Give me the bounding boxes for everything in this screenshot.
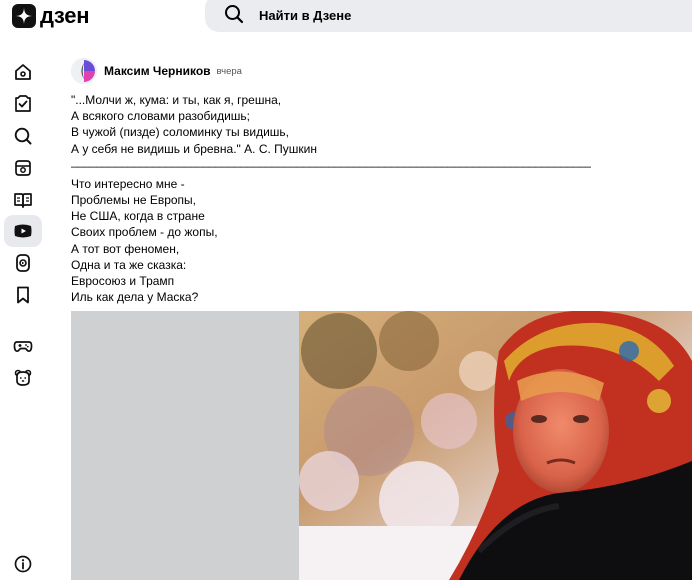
sidebar-item-search[interactable]: [4, 120, 42, 152]
kids-icon: [14, 369, 32, 386]
sidebar-item-subscriptions[interactable]: [4, 88, 42, 120]
post-line: "...Молчи ж, кума: и ты, как я, грешна,: [71, 93, 282, 107]
sidebar-item-books[interactable]: [4, 184, 42, 216]
book-icon: [14, 193, 32, 208]
video-icon: [14, 224, 32, 238]
post-line: А тот вот феномен,: [71, 241, 180, 256]
avatar[interactable]: [71, 58, 97, 84]
post-text: "...Молчи ж, кума: и ты, как я, грешна, …: [71, 92, 591, 305]
post-line: А у себя не видишь и бревна." А. С. Пушк…: [71, 141, 317, 156]
post-line: Евросоюз и Трамп: [71, 273, 175, 288]
home-icon: [15, 64, 31, 80]
post-line: Своих проблем - до жопы,: [71, 225, 218, 240]
sidebar-item-articles[interactable]: [4, 152, 42, 184]
sidebar-item-games[interactable]: [4, 330, 42, 362]
logo-text: дзен: [40, 3, 90, 28]
post-line: Проблемы не Европы,: [71, 192, 197, 207]
image-placeholder: [71, 311, 299, 580]
bookmark-icon: [17, 286, 29, 304]
subscriptions-icon: [15, 95, 31, 112]
sidebar-item-home[interactable]: [4, 56, 42, 88]
search-placeholder: Найти в Дзене: [259, 8, 352, 23]
sidebar-item-video[interactable]: [4, 215, 42, 247]
sidebar-item-bookmarks[interactable]: [4, 279, 42, 311]
post-header: Максим Черников вчера: [71, 58, 242, 84]
post-line: А всякого словами разобидишь;: [71, 109, 251, 124]
sidebar-item-kids[interactable]: [4, 362, 42, 394]
post-line: Иль как дела у Маска?: [71, 290, 199, 305]
post-image[interactable]: [71, 311, 692, 580]
post-line: Не США, когда в стране: [71, 209, 205, 224]
shorts-icon: [16, 254, 30, 272]
post-line: В чужой (пизде) соломинку ты видишь,: [71, 125, 290, 140]
sidebar-item-shorts[interactable]: [4, 247, 42, 279]
sidebar-nav: [0, 42, 46, 580]
top-header: дзен Найти в Дзене: [0, 0, 692, 42]
sidebar-item-info[interactable]: [4, 548, 42, 580]
articles-icon: [15, 160, 31, 176]
gamepad-icon: [13, 341, 33, 353]
search-icon: [14, 127, 32, 145]
author-name[interactable]: Максим Черников: [104, 64, 211, 78]
post-line: Одна и та же сказка:: [71, 257, 187, 272]
dzen-logo-icon: [12, 4, 36, 28]
dzen-logo[interactable]: дзен: [12, 3, 90, 29]
search-icon: [225, 5, 244, 24]
post-time: вчера: [216, 65, 242, 77]
post-photo: [299, 311, 692, 580]
post-separator: ________________________________________…: [71, 156, 591, 168]
info-icon: [14, 555, 32, 573]
search-bar[interactable]: Найти в Дзене: [205, 0, 692, 32]
post-line: Что интересно мне -: [71, 176, 185, 191]
